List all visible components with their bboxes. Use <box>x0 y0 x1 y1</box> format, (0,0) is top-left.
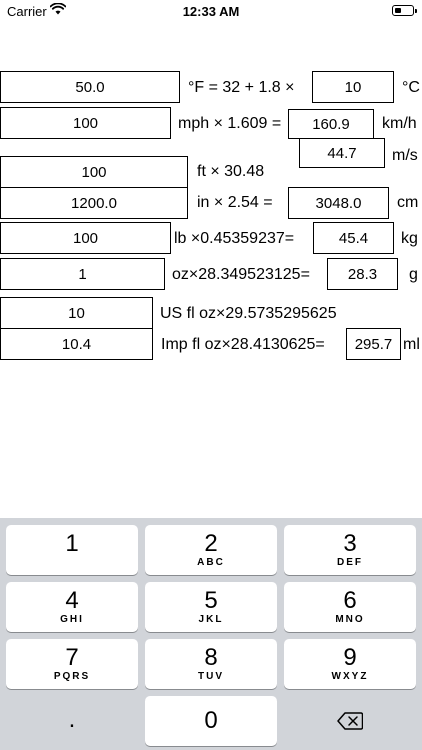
fahrenheit-input[interactable]: 50.0 <box>0 71 180 103</box>
decimal-key-label: . <box>68 706 76 733</box>
key-8[interactable]: 8 TUV <box>145 639 277 689</box>
ounces-input[interactable]: 1 <box>0 258 165 290</box>
key-2-digit: 2 <box>204 530 218 557</box>
pounds-formula: lb ×0.45359237= <box>174 230 295 247</box>
key-7-digit: 7 <box>65 644 79 671</box>
key-3-digit: 3 <box>343 530 357 557</box>
kmh-unit: km/h <box>382 115 417 132</box>
key-5-letters: JKL <box>198 614 224 625</box>
inches-input[interactable]: 1200.0 <box>0 187 188 219</box>
cm-output[interactable]: 3048.0 <box>288 187 389 219</box>
key-6-letters: MNO <box>335 614 365 625</box>
decimal-key[interactable]: . <box>6 696 138 746</box>
key-8-digit: 8 <box>204 644 218 671</box>
numeric-keypad: 1 2 ABC 3 DEF 4 GHI 5 JKL 6 MNO 7 PQRS 8… <box>0 518 422 750</box>
key-4-letters: GHI <box>60 614 84 625</box>
temperature-formula: °F = 32 + 1.8 × <box>188 79 295 96</box>
pounds-input[interactable]: 100 <box>0 222 171 254</box>
cm-unit: cm <box>397 194 419 211</box>
key-5-digit: 5 <box>204 587 218 614</box>
key-1-digit: 1 <box>65 530 79 557</box>
key-8-letters: TUV <box>198 671 224 682</box>
ms-unit: m/s <box>392 147 418 164</box>
key-5[interactable]: 5 JKL <box>145 582 277 632</box>
feet-input[interactable]: 100 <box>0 156 188 188</box>
backspace-icon <box>337 712 364 730</box>
mph-input[interactable]: 100 <box>0 107 171 139</box>
key-2-letters: ABC <box>197 557 225 568</box>
ms-output[interactable]: 44.7 <box>299 138 385 168</box>
speed-formula: mph × 1.609 = <box>178 115 282 132</box>
us-fl-oz-formula: US fl oz×29.5735295625 <box>160 305 337 322</box>
key-9-letters: WXYZ <box>331 671 369 682</box>
celsius-unit: °C <box>402 79 420 96</box>
key-4-digit: 4 <box>65 587 79 614</box>
imp-fl-oz-input[interactable]: 10.4 <box>0 328 153 360</box>
ml-output[interactable]: 295.7 <box>346 328 401 360</box>
grams-unit: g <box>409 266 418 283</box>
battery-nub <box>415 8 417 13</box>
key-6[interactable]: 6 MNO <box>284 582 416 632</box>
us-fl-oz-input[interactable]: 10 <box>0 297 153 329</box>
battery-level <box>394 7 401 13</box>
battery-icon <box>392 5 417 16</box>
key-3[interactable]: 3 DEF <box>284 525 416 575</box>
inches-formula: in × 2.54 = <box>197 194 273 211</box>
status-bar: Carrier 12:33 AM <box>0 0 422 24</box>
delete-key[interactable] <box>284 696 416 746</box>
kg-output[interactable]: 45.4 <box>313 222 394 254</box>
key-4[interactable]: 4 GHI <box>6 582 138 632</box>
kmh-output[interactable]: 160.9 <box>288 109 374 139</box>
key-3-letters: DEF <box>337 557 363 568</box>
clock: 12:33 AM <box>182 4 240 19</box>
key-2[interactable]: 2 ABC <box>145 525 277 575</box>
key-0-digit: 0 <box>204 707 218 734</box>
grams-output[interactable]: 28.3 <box>327 258 398 290</box>
key-7[interactable]: 7 PQRS <box>6 639 138 689</box>
key-7-letters: PQRS <box>53 671 91 682</box>
key-6-digit: 6 <box>343 587 357 614</box>
key-9[interactable]: 9 WXYZ <box>284 639 416 689</box>
key-1[interactable]: 1 <box>6 525 138 575</box>
imp-fl-oz-formula: Imp fl oz×28.4130625= <box>161 336 325 353</box>
key-0[interactable]: 0 <box>145 696 277 746</box>
kg-unit: kg <box>401 230 418 247</box>
ounces-formula: oz×28.349523125= <box>172 266 310 283</box>
feet-formula: ft × 30.48 <box>197 163 265 180</box>
key-9-digit: 9 <box>343 644 357 671</box>
celsius-output[interactable]: 10 <box>312 71 394 103</box>
ml-unit: ml <box>403 336 420 353</box>
